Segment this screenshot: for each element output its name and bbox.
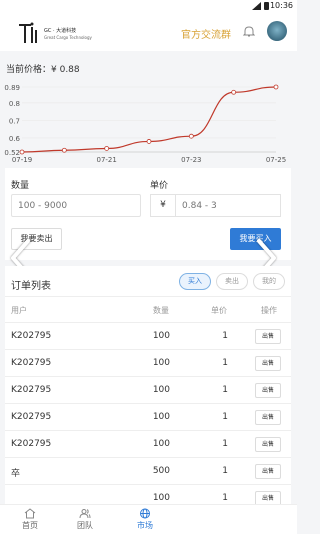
price-chart: 0.520.60.70.80.8907-19 07-21 07-23 07-25 [4,84,286,164]
y-tick-label: 0.8 [9,100,20,108]
unit-price-label: 单价 [150,181,169,191]
tab-home[interactable]: 首页 [0,505,60,534]
signal-icon [252,2,261,10]
tab-home-label: 首页 [22,521,38,530]
row-price: 1 [222,493,228,503]
row-price: 1 [222,385,228,395]
col-price: 单价 [211,306,227,315]
sell-order-button[interactable]: 出售 [255,329,281,344]
tab-market-label: 市场 [137,521,153,530]
avatar[interactable] [267,21,287,41]
logo-text: GC · 大道科技 [44,28,77,34]
y-tick-label: 0.7 [9,117,20,125]
status-time: 10:36 [269,1,293,10]
row-qty: 500 [152,466,170,476]
tab-sell[interactable]: 卖出 [216,273,248,290]
quantity-input[interactable] [11,194,141,217]
tab-team-label: 团队 [77,521,93,530]
currency-prefix: ¥ [150,194,175,217]
tab-mine[interactable]: 我的 [253,273,285,290]
data-point [231,89,237,95]
row-qty: 100 [152,493,170,503]
bottom-tab-bar: 首页 团队 市场 [0,504,297,534]
data-point [273,84,279,90]
row-user: K202795 [11,385,52,395]
data-point [146,139,152,144]
row-qty: 100 [152,412,170,422]
sell-order-button[interactable]: 出售 [255,410,281,425]
row-user: K202795 [11,439,52,449]
globe-icon [140,508,150,519]
col-user: 用户 [11,306,27,315]
sell-order-button[interactable]: 出售 [255,356,281,371]
logo-subtext: Great Cargo Technology [44,35,92,40]
logo-mark-icon [19,22,37,43]
table-row: 100 1 出售 [5,485,291,506]
row-qty: 100 [152,385,170,395]
unit-price-input[interactable] [175,194,281,217]
table-row: K202795 100 1 出售 [5,377,291,404]
table-row: K202795 100 1 出售 [5,431,291,458]
official-group-link[interactable]: 官方交流群 [181,26,231,41]
order-list-title: 订单列表 [11,281,51,292]
table-row: 卒 500 1 出售 [5,458,291,485]
x-tick-label: 07-23 [181,156,201,164]
tab-buy[interactable]: 买入 [179,273,211,290]
quantity-label: 数量 [11,181,30,191]
brand-logo[interactable]: GC · 大道科技 Great Cargo Technology [18,21,98,45]
table-header: 用户 数量 单价 操作 [5,296,291,323]
table-row: K202795 100 1 出售 [5,350,291,377]
col-qty: 数量 [153,306,169,315]
data-point [104,146,110,151]
data-point [61,147,67,153]
row-price: 1 [222,439,228,449]
app-header: GC · 大道科技 Great Cargo Technology 官方交流群 [0,13,297,51]
home-icon [24,508,36,519]
row-user: K202795 [11,331,52,341]
data-point [19,149,25,155]
trade-form: 数量 单价 ¥ 我要卖出 我要买入 [5,168,291,260]
row-user: K202795 [11,412,52,422]
row-price: 1 [222,412,228,422]
col-action: 操作 [261,306,277,315]
data-point [188,133,194,139]
table-row: K202795 100 1 出售 [5,323,291,350]
current-price: 当前价格：¥ 0.88 [6,65,80,75]
bell-icon[interactable] [243,25,255,38]
team-icon [79,509,91,519]
tab-team[interactable]: 团队 [55,505,115,534]
row-price: 1 [222,331,228,341]
row-price: 1 [222,358,228,368]
tab-market[interactable]: 市场 [115,505,175,534]
table-row: K202795 100 1 出售 [5,404,291,431]
y-tick-label: 0.6 [9,135,21,143]
order-rows: K202795 100 1 出售 K202795 100 1 出售 K20279… [5,323,291,506]
row-qty: 100 [152,358,170,368]
sell-order-button[interactable]: 出售 [255,383,281,398]
row-user: 卒 [11,469,21,479]
battery-icon [264,2,269,10]
x-tick-label: 07-25 [266,156,286,164]
status-bar: 10:36 [0,0,297,13]
row-price: 1 [222,466,228,476]
x-tick-label: 07-19 [12,156,32,164]
row-qty: 100 [152,439,170,449]
row-user: K202795 [11,358,52,368]
x-tick-label: 07-21 [96,156,116,164]
order-list: 订单列表 买入 卖出 我的 用户 数量 单价 操作 K202795 100 1 … [5,266,291,506]
row-qty: 100 [152,331,170,341]
sell-order-button[interactable]: 出售 [255,437,281,452]
sell-order-button[interactable]: 出售 [255,464,281,479]
y-tick-label: 0.89 [4,84,20,92]
